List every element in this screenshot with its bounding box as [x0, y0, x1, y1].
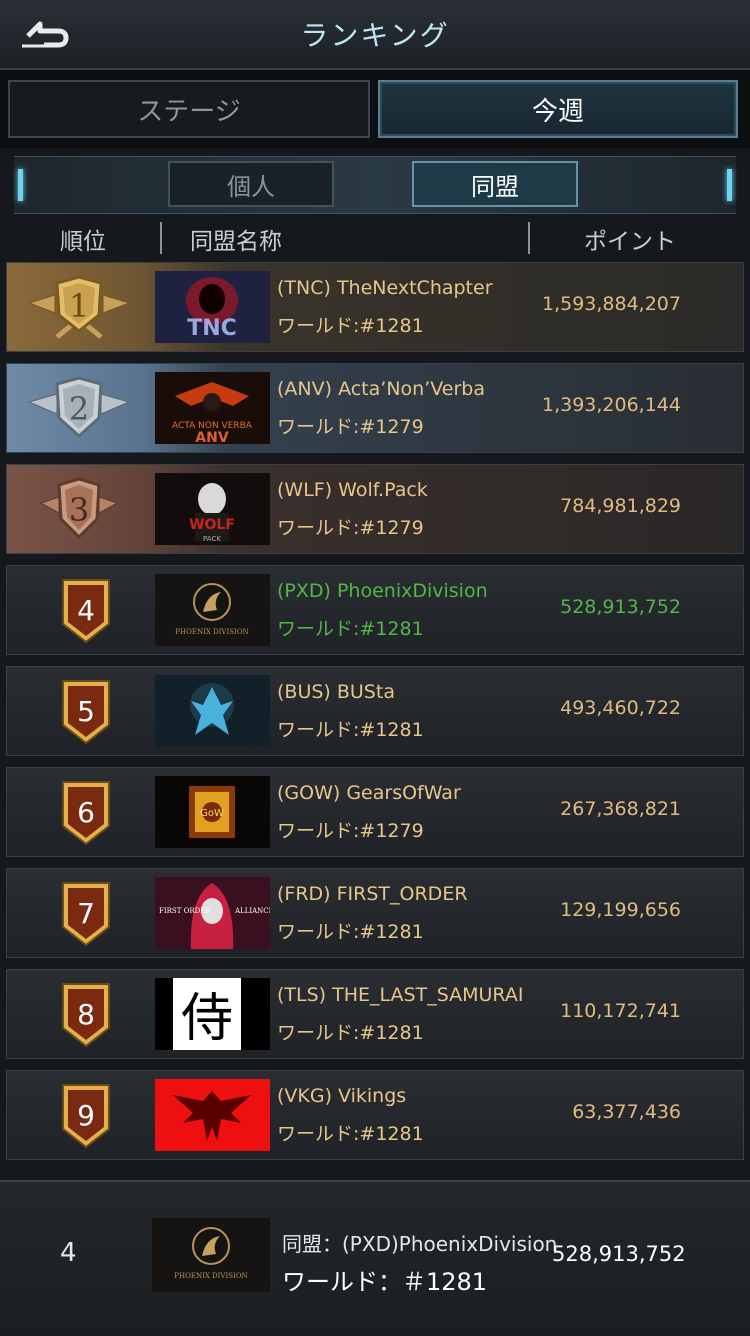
alliance-name: (TNC) TheNextChapter	[277, 277, 493, 299]
column-headers: 順位 同盟名称 ポイント	[0, 218, 750, 258]
svg-text:3: 3	[69, 491, 89, 529]
svg-text:4: 4	[77, 594, 95, 627]
svg-text:8: 8	[77, 998, 95, 1031]
alliance-logo: TNC	[155, 271, 270, 343]
ranking-row[interactable]: 5 (BUS) BUSta ワールド:#1281 493,460,722	[6, 666, 744, 756]
svg-text:1: 1	[69, 287, 89, 325]
alliance-points: 63,377,436	[572, 1101, 681, 1123]
svg-text:5: 5	[77, 695, 95, 728]
alliance-name: (PXD) PhoenixDivision	[277, 580, 488, 602]
alliance-world: ワールド:#1281	[277, 719, 424, 741]
silver-rank-emblem-icon: 2	[27, 374, 131, 444]
tab-alliance[interactable]: 同盟	[412, 161, 578, 207]
alliance-world: ワールド:#1279	[277, 416, 424, 438]
alliance-name: (GOW) GearsOfWar	[277, 782, 461, 804]
alliance-points: 129,199,656	[560, 899, 681, 921]
alliance-logo: GoW	[155, 776, 270, 848]
ranking-row[interactable]: 2 ACTA NON VERBA ANV (ANV) Acta’Non’Verb…	[6, 363, 744, 453]
my-alliance-logo: PHOENIX DIVISION	[152, 1218, 270, 1292]
alliance-logo: WOLF PACK	[155, 473, 270, 545]
category-tabs: 個人 同盟	[14, 156, 736, 214]
alliance-world: ワールド:#1281	[277, 618, 424, 640]
svg-text:ANV: ANV	[195, 430, 229, 444]
alliance-points: 1,393,206,144	[541, 394, 681, 416]
my-alliance-points: 528,913,752	[552, 1242, 686, 1266]
my-rank: 4	[60, 1238, 77, 1268]
alliance-name: (BUS) BUSta	[277, 681, 395, 703]
alliance-world: ワールド:#1281	[277, 1123, 424, 1145]
header-bar: ランキング	[0, 0, 750, 70]
rank-shield-icon: 5	[27, 677, 131, 747]
svg-text:ALLIANCE: ALLIANCE	[234, 907, 270, 915]
ranking-row[interactable]: 9 (VKG) Vikings ワールド:#1281 63,377,436	[6, 1070, 744, 1160]
ranking-row[interactable]: 1 TNC (TNC) TheNextChapter ワールド:#1281 1,…	[6, 262, 744, 352]
rank-shield-icon: 6	[27, 778, 131, 848]
svg-text:TNC: TNC	[187, 316, 237, 341]
svg-text:7: 7	[77, 897, 95, 930]
tab-individual[interactable]: 個人	[168, 161, 334, 207]
rank-shield-icon: 4	[27, 576, 131, 646]
column-points: ポイント	[584, 229, 676, 255]
alliance-name: (VKG) Vikings	[277, 1085, 407, 1107]
my-alliance-world: ワールド：＃1281	[282, 1268, 488, 1296]
tab-this-week[interactable]: 今週	[378, 80, 738, 138]
alliance-points: 1,593,884,207	[541, 293, 681, 315]
gold-rank-emblem-icon: 1	[27, 273, 131, 343]
alliance-logo: ACTA NON VERBA ANV	[155, 372, 270, 444]
svg-text:侍: 侍	[181, 989, 233, 1049]
svg-text:PHOENIX DIVISION: PHOENIX DIVISION	[175, 628, 248, 636]
alliance-logo	[155, 1079, 270, 1151]
my-alliance-name: 同盟：(PXD)PhoenixDivision	[282, 1232, 558, 1256]
svg-text:WOLF: WOLF	[189, 517, 235, 533]
rank-shield-icon: 9	[27, 1081, 131, 1151]
svg-text:GoW: GoW	[200, 808, 224, 819]
column-divider	[528, 222, 530, 254]
alliance-points: 528,913,752	[560, 596, 681, 618]
page-title: ランキング	[300, 19, 450, 52]
alliance-logo: PHOENIX DIVISION	[155, 574, 270, 646]
alliance-points: 110,172,741	[560, 1000, 681, 1022]
tab-stage[interactable]: ステージ	[8, 80, 370, 138]
rank-shield-icon: 7	[27, 879, 131, 949]
ranking-row[interactable]: 6 GoW (GOW) GearsOfWar ワールド:#1279 267,36…	[6, 767, 744, 857]
alliance-logo: 侍	[155, 978, 270, 1050]
alliance-world: ワールド:#1281	[277, 1022, 424, 1044]
alliance-world: ワールド:#1281	[277, 921, 424, 943]
svg-text:PACK: PACK	[203, 535, 221, 543]
period-tabs: ステージ 今週	[0, 70, 750, 148]
alliance-world: ワールド:#1279	[277, 820, 424, 842]
alliance-logo	[155, 675, 270, 747]
alliance-points: 784,981,829	[560, 495, 681, 517]
svg-text:PHOENIX DIVISION: PHOENIX DIVISION	[174, 1272, 247, 1280]
alliance-logo: FIRST ORDER ALLIANCE	[155, 877, 270, 949]
alliance-world: ワールド:#1281	[277, 315, 424, 337]
ranking-row[interactable]: 3 WOLF PACK (WLF) Wolf.Pack ワールド:#1279 7…	[6, 464, 744, 554]
ranking-row[interactable]: 4 PHOENIX DIVISION (PXD) PhoenixDivision…	[6, 565, 744, 655]
rank-shield-icon: 8	[27, 980, 131, 1050]
ranking-row[interactable]: 7 FIRST ORDER ALLIANCE (FRD) FIRST_ORDER…	[6, 868, 744, 958]
alliance-points: 493,460,722	[560, 697, 681, 719]
alliance-name: (TLS) THE_LAST_SAMURAI	[277, 984, 524, 1006]
alliance-name: (WLF) Wolf.Pack	[277, 479, 428, 501]
svg-text:9: 9	[77, 1099, 95, 1132]
column-divider	[160, 222, 162, 254]
ranking-row[interactable]: 8 侍 (TLS) THE_LAST_SAMURAI ワールド:#1281 11…	[6, 969, 744, 1059]
column-name: 同盟名称	[190, 229, 282, 255]
alliance-name: (ANV) Acta’Non’Verba	[277, 378, 485, 400]
svg-text:2: 2	[69, 390, 89, 428]
alliance-name: (FRD) FIRST_ORDER	[277, 883, 468, 905]
my-alliance-summary: 4 PHOENIX DIVISION 同盟：(PXD)PhoenixDivisi…	[0, 1180, 750, 1336]
alliance-world: ワールド:#1279	[277, 517, 424, 539]
alliance-points: 267,368,821	[560, 798, 681, 820]
svg-text:FIRST ORDER: FIRST ORDER	[159, 907, 211, 915]
right-glow-decoration	[727, 169, 732, 201]
svg-text:6: 6	[77, 796, 95, 829]
column-rank: 順位	[60, 229, 106, 255]
left-glow-decoration	[18, 169, 23, 201]
bronze-rank-emblem-icon: 3	[27, 475, 131, 545]
